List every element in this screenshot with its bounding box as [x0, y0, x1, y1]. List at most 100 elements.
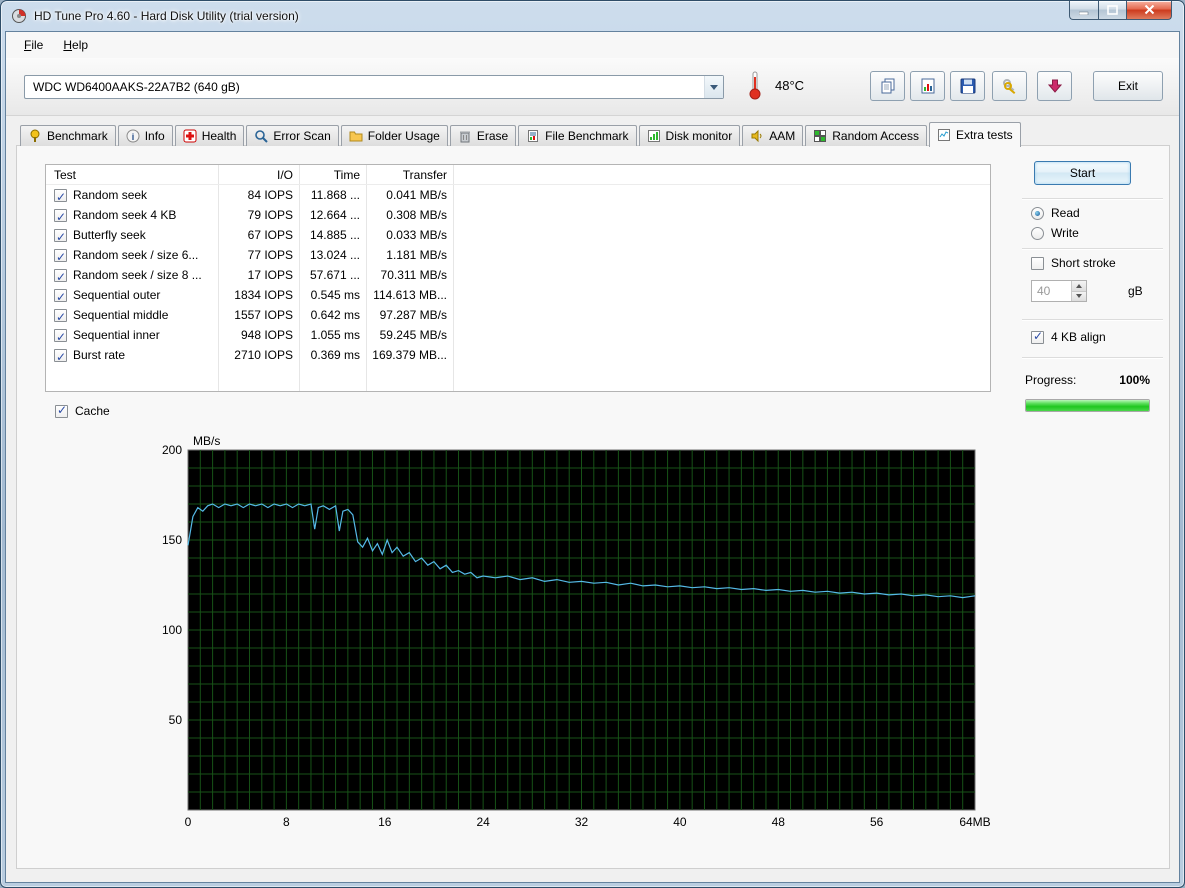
test-time: 14.885 ...: [299, 225, 366, 245]
table-row[interactable]: Random seek / size 8 ...17 IOPS57.671 ..…: [46, 265, 990, 285]
exit-button[interactable]: Exit: [1093, 71, 1163, 101]
write-radio[interactable]: [1031, 227, 1044, 240]
extra-tests-icon: [937, 128, 951, 142]
test-name: Random seek / size 6...: [73, 245, 198, 265]
save-button[interactable]: [950, 71, 985, 101]
spin-up-button[interactable]: [1071, 281, 1086, 291]
table-row[interactable]: Sequential middle1557 IOPS0.642 ms97.287…: [46, 305, 990, 325]
svg-text:MB/s: MB/s: [193, 434, 220, 448]
file-benchmark-icon: [526, 129, 540, 143]
test-io: 79 IOPS: [218, 205, 299, 225]
export-button[interactable]: [1037, 71, 1072, 101]
drive-selector[interactable]: WDC WD6400AAKS-22A7B2 (640 gB): [24, 75, 724, 99]
separator: [1022, 319, 1163, 320]
test-checkbox[interactable]: [54, 209, 67, 222]
maximize-icon: [1107, 5, 1118, 15]
cache-label: Cache: [75, 404, 110, 418]
title-bar[interactable]: HD Tune Pro 4.60 - Hard Disk Utility (tr…: [1, 1, 1184, 31]
tab-label: Extra tests: [956, 128, 1013, 142]
separator: [1022, 198, 1163, 199]
test-checkbox[interactable]: [54, 349, 67, 362]
menu-help[interactable]: Help: [53, 34, 98, 56]
cache-checkbox[interactable]: [55, 405, 68, 418]
short-stroke-label: Short stroke: [1051, 256, 1116, 270]
test-time: 11.868 ...: [299, 185, 366, 205]
table-row[interactable]: Random seek84 IOPS11.868 ...0.041 MB/s: [46, 185, 990, 205]
tab-extra-tests[interactable]: Extra tests: [929, 122, 1021, 147]
menu-bar: File Help: [6, 32, 1179, 58]
cache-checkbox-row: Cache: [55, 404, 110, 418]
start-button[interactable]: Start: [1034, 161, 1131, 185]
test-transfer: 0.041 MB/s: [366, 185, 453, 205]
benchmark-icon: [28, 129, 42, 143]
table-row[interactable]: Sequential inner948 IOPS1.055 ms59.245 M…: [46, 325, 990, 345]
spin-down-button[interactable]: [1071, 291, 1086, 302]
col-transfer[interactable]: Transfer: [366, 165, 453, 185]
test-time: 1.055 ms: [299, 325, 366, 345]
keys-button[interactable]: [992, 71, 1027, 101]
tab-disk-monitor[interactable]: Disk monitor: [639, 125, 741, 146]
col-io[interactable]: I/O: [218, 165, 299, 185]
tab-erase[interactable]: Erase: [450, 125, 516, 146]
minimize-icon: [1079, 6, 1089, 15]
test-checkbox[interactable]: [54, 189, 67, 202]
transfer-chart: 50100150200MB/s0816243240485664MB: [143, 434, 1003, 834]
minimize-button[interactable]: [1069, 1, 1098, 20]
window-title: HD Tune Pro 4.60 - Hard Disk Utility (tr…: [34, 9, 299, 23]
test-name: Butterfly seek: [73, 225, 146, 245]
test-name: Burst rate: [73, 345, 125, 365]
test-transfer: 114.613 MB...: [366, 285, 453, 305]
tab-label: Health: [202, 129, 237, 143]
tab-label: File Benchmark: [545, 129, 628, 143]
copy-image-button[interactable]: [910, 71, 945, 101]
tab-info[interactable]: i Info: [118, 125, 173, 146]
app-window: HD Tune Pro 4.60 - Hard Disk Utility (tr…: [0, 0, 1185, 888]
menu-file[interactable]: File: [14, 34, 53, 56]
tab-benchmark[interactable]: Benchmark: [20, 125, 116, 146]
app-icon: [11, 8, 27, 24]
short-stroke-stepper: [1031, 280, 1087, 302]
maximize-button[interactable]: [1098, 1, 1126, 20]
table-row[interactable]: Butterfly seek67 IOPS14.885 ...0.033 MB/…: [46, 225, 990, 245]
table-row[interactable]: Random seek / size 6...77 IOPS13.024 ...…: [46, 245, 990, 265]
svg-text:48: 48: [772, 815, 786, 829]
results-table: Test I/O Time Transfer Random seek84 IOP…: [45, 164, 991, 392]
test-checkbox[interactable]: [54, 329, 67, 342]
test-io: 84 IOPS: [218, 185, 299, 205]
progress-row: Progress: 100%: [1025, 373, 1150, 387]
table-row[interactable]: Sequential outer1834 IOPS0.545 ms114.613…: [46, 285, 990, 305]
table-row[interactable]: Random seek 4 KB79 IOPS12.664 ...0.308 M…: [46, 205, 990, 225]
short-stroke-checkbox[interactable]: [1031, 257, 1044, 270]
col-test[interactable]: Test: [46, 165, 218, 185]
read-radio[interactable]: [1031, 207, 1044, 220]
test-time: 12.664 ...: [299, 205, 366, 225]
tab-file-benchmark[interactable]: File Benchmark: [518, 125, 636, 146]
test-time: 0.369 ms: [299, 345, 366, 365]
chevron-down-icon[interactable]: [704, 76, 723, 98]
test-checkbox[interactable]: [54, 229, 67, 242]
test-checkbox[interactable]: [54, 309, 67, 322]
test-checkbox[interactable]: [54, 249, 67, 262]
close-icon: [1144, 5, 1155, 15]
down-arrow-icon: [1046, 77, 1064, 95]
info-icon: i: [126, 129, 140, 143]
folder-usage-icon: [349, 129, 363, 143]
table-row[interactable]: Burst rate2710 IOPS0.369 ms169.379 MB...: [46, 345, 990, 365]
copy-text-button[interactable]: [870, 71, 905, 101]
align-checkbox[interactable]: [1031, 331, 1044, 344]
tab-folder-usage[interactable]: Folder Usage: [341, 125, 448, 146]
tab-random-access[interactable]: Random Access: [805, 125, 927, 146]
test-checkbox[interactable]: [54, 289, 67, 302]
tab-error-scan[interactable]: Error Scan: [246, 125, 338, 146]
test-io: 2710 IOPS: [218, 345, 299, 365]
svg-text:56: 56: [870, 815, 884, 829]
progress-fill: [1026, 400, 1149, 411]
tab-aam[interactable]: AAM: [742, 125, 803, 146]
close-button[interactable]: [1126, 1, 1172, 20]
copy-icon: [879, 77, 897, 95]
col-time[interactable]: Time: [299, 165, 366, 185]
health-icon: [183, 129, 197, 143]
test-io: 948 IOPS: [218, 325, 299, 345]
test-checkbox[interactable]: [54, 269, 67, 282]
tab-health[interactable]: Health: [175, 125, 245, 146]
